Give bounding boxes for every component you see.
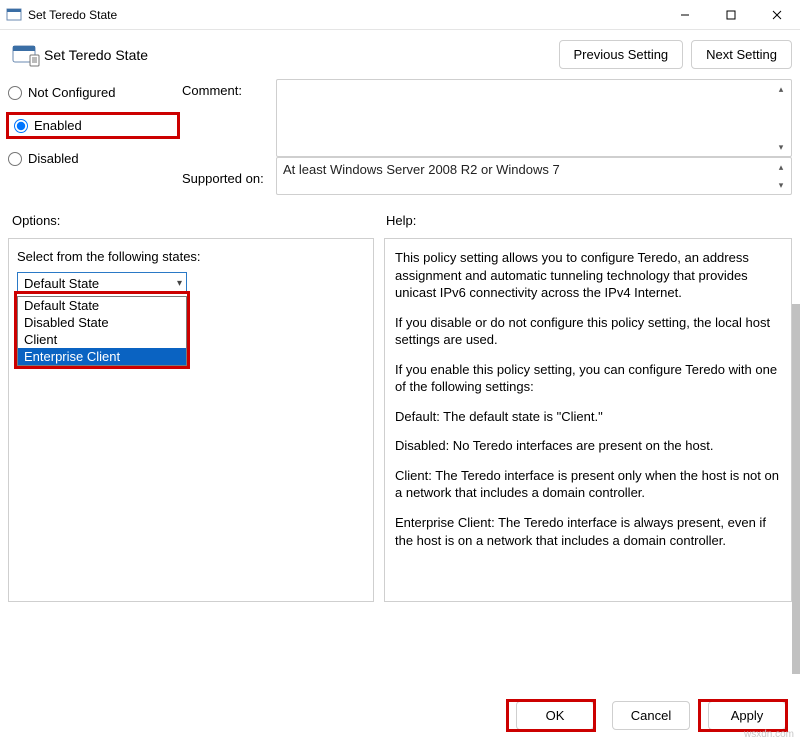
page-title: Set Teredo State: [44, 47, 551, 63]
radio-not-configured[interactable]: Not Configured: [8, 85, 178, 100]
radio-disabled[interactable]: Disabled: [8, 151, 178, 166]
help-text: Disabled: No Teredo interfaces are prese…: [395, 437, 781, 455]
ok-button[interactable]: OK: [516, 701, 594, 730]
comment-scroll[interactable]: ▴ ▾: [773, 82, 789, 154]
next-setting-button[interactable]: Next Setting: [691, 40, 792, 69]
comment-field[interactable]: ▴ ▾: [276, 79, 792, 157]
app-icon: [6, 7, 22, 23]
window-title: Set Teredo State: [28, 8, 662, 22]
radio-disabled-input[interactable]: [8, 152, 22, 166]
options-prompt: Select from the following states:: [17, 249, 365, 264]
options-heading: Options:: [12, 213, 386, 228]
state-combobox[interactable]: Default State ▾: [17, 272, 187, 294]
help-text: Client: The Teredo interface is present …: [395, 467, 781, 502]
apply-button[interactable]: Apply: [708, 701, 786, 730]
supported-scroll[interactable]: ▴ ▾: [773, 160, 789, 192]
help-text: If you disable or do not configure this …: [395, 314, 781, 349]
supported-label: Supported on:: [182, 167, 272, 186]
help-heading: Help:: [386, 213, 416, 228]
watermark: wsxdn.com: [744, 729, 794, 740]
status-radio-group: Not Configured Enabled Disabled: [8, 79, 178, 166]
previous-setting-button[interactable]: Previous Setting: [559, 40, 684, 69]
scroll-down-icon[interactable]: ▾: [773, 178, 789, 192]
policy-icon: [8, 43, 44, 67]
main-grid: Not Configured Enabled Disabled Comment:…: [0, 73, 800, 195]
supported-field: At least Windows Server 2008 R2 or Windo…: [276, 157, 792, 195]
chevron-down-icon: ▾: [177, 278, 182, 289]
header-row: Set Teredo State Previous Setting Next S…: [0, 30, 800, 73]
radio-not-configured-input[interactable]: [8, 86, 22, 100]
help-text: Default: The default state is "Client.": [395, 408, 781, 426]
state-dropdown[interactable]: Default State Disabled State Client Ente…: [17, 296, 187, 366]
maximize-button[interactable]: [708, 0, 754, 30]
radio-enabled-input[interactable]: [14, 119, 28, 133]
help-text: This policy setting allows you to config…: [395, 249, 781, 302]
apply-button-highlight: Apply: [700, 701, 786, 730]
minimize-button[interactable]: [662, 0, 708, 30]
vertical-scrollbar[interactable]: [792, 304, 800, 674]
ok-button-highlight: OK: [508, 701, 594, 730]
close-button[interactable]: [754, 0, 800, 30]
dropdown-item-enterprise[interactable]: Enterprise Client: [18, 348, 186, 365]
footer-buttons: OK Cancel Apply: [508, 701, 786, 730]
options-pane: Select from the following states: Defaul…: [8, 238, 374, 602]
help-text: If you enable this policy setting, you c…: [395, 361, 781, 396]
cancel-button[interactable]: Cancel: [612, 701, 690, 730]
radio-enabled[interactable]: Enabled: [14, 118, 82, 133]
scrollbar-thumb[interactable]: [792, 304, 800, 674]
radio-enabled-label: Enabled: [34, 118, 82, 133]
radio-not-configured-label: Not Configured: [28, 85, 115, 100]
panes: Select from the following states: Defaul…: [0, 232, 800, 602]
help-pane: This policy setting allows you to config…: [384, 238, 792, 602]
scroll-down-icon[interactable]: ▾: [773, 140, 789, 154]
dropdown-item-client[interactable]: Client: [18, 331, 186, 348]
radio-disabled-label: Disabled: [28, 151, 79, 166]
help-text: Enterprise Client: The Teredo interface …: [395, 514, 781, 549]
scroll-up-icon[interactable]: ▴: [773, 82, 789, 96]
state-dropdown-highlight: Default State Disabled State Client Ente…: [17, 294, 187, 366]
section-labels: Options: Help:: [0, 195, 800, 232]
title-bar: Set Teredo State: [0, 0, 800, 30]
supported-text: At least Windows Server 2008 R2 or Windo…: [283, 162, 560, 177]
comment-label: Comment:: [182, 79, 272, 98]
radio-enabled-highlight: Enabled: [8, 114, 178, 137]
scroll-up-icon[interactable]: ▴: [773, 160, 789, 174]
dropdown-item-disabled[interactable]: Disabled State: [18, 314, 186, 331]
state-combobox-value: Default State: [24, 276, 99, 291]
dropdown-item-default[interactable]: Default State: [18, 297, 186, 314]
